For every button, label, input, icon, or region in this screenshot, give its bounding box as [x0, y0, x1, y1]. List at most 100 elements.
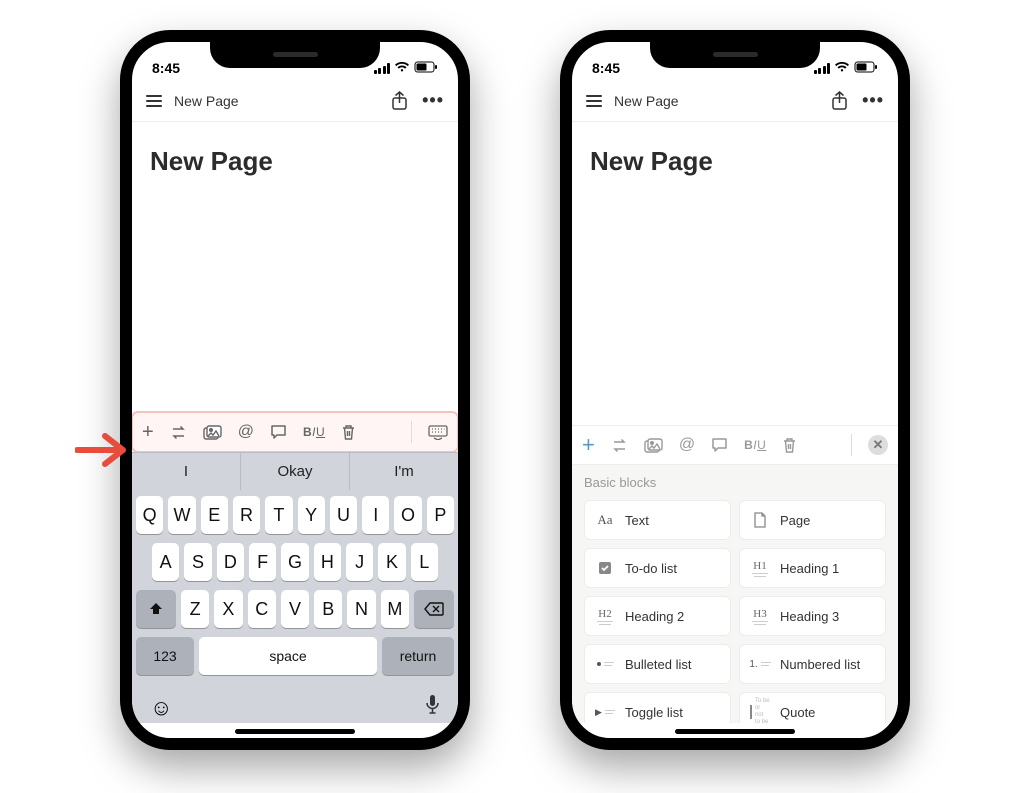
phone-notch	[210, 40, 380, 68]
H1-icon: H1	[750, 558, 770, 578]
phone-mockup-right: 8:45 New Page •••	[560, 30, 910, 750]
block-option-heading-2[interactable]: H2 Heading 2	[584, 596, 731, 636]
format-toolbar: + @ BIU ✕	[572, 425, 898, 465]
bullet-icon	[595, 654, 615, 674]
turn-into-icon[interactable]	[611, 438, 628, 453]
key-m[interactable]: M	[381, 590, 409, 628]
key-n[interactable]: N	[347, 590, 375, 628]
key-i[interactable]: I	[362, 496, 389, 534]
key-w[interactable]: W	[168, 496, 195, 534]
key-h[interactable]: H	[314, 543, 341, 581]
block-option-heading-1[interactable]: H1 Heading 1	[739, 548, 886, 588]
editor-content[interactable]	[572, 177, 898, 425]
key-v[interactable]: V	[281, 590, 309, 628]
page-icon	[750, 510, 770, 530]
text-format-button[interactable]: BIU	[303, 425, 325, 439]
H2-icon: H2	[595, 606, 615, 626]
keyboard-bottom-row: ☺	[132, 688, 458, 723]
key-b[interactable]: B	[314, 590, 342, 628]
key-e[interactable]: E	[201, 496, 228, 534]
block-option-bulleted-list[interactable]: Bulleted list	[584, 644, 731, 684]
home-indicator	[675, 729, 795, 734]
key-o[interactable]: O	[394, 496, 421, 534]
key-k[interactable]: K	[378, 543, 405, 581]
menu-icon[interactable]	[146, 95, 162, 107]
backspace-key[interactable]	[414, 590, 454, 628]
block-option-numbered-list[interactable]: 1.Numbered list	[739, 644, 886, 684]
more-icon[interactable]: •••	[422, 90, 444, 111]
more-icon[interactable]: •••	[862, 90, 884, 111]
key-t[interactable]: T	[265, 496, 292, 534]
breadcrumb[interactable]: New Page	[614, 93, 679, 109]
wifi-icon	[834, 60, 850, 76]
key-z[interactable]: Z	[181, 590, 209, 628]
comment-icon[interactable]	[711, 437, 728, 453]
block-option-page[interactable]: Page	[739, 500, 886, 540]
suggestion-2[interactable]: Okay	[241, 453, 350, 490]
space-key[interactable]: space	[199, 637, 377, 675]
block-option-toggle-list[interactable]: ▶Toggle list	[584, 692, 731, 723]
menu-icon[interactable]	[586, 95, 602, 107]
key-g[interactable]: G	[281, 543, 308, 581]
key-q[interactable]: Q	[136, 496, 163, 534]
phone-notch	[650, 40, 820, 68]
block-option-to-do-list[interactable]: To-do list	[584, 548, 731, 588]
block-option-label: Numbered list	[780, 657, 860, 672]
add-block-button[interactable]: +	[582, 432, 595, 458]
page-title[interactable]: New Page	[132, 122, 458, 177]
close-panel-button[interactable]: ✕	[868, 435, 888, 455]
key-a[interactable]: A	[152, 543, 179, 581]
onscreen-keyboard: QWERTYUIOP ASDFGHJKL ZXCVBNM 123 space r…	[132, 490, 458, 688]
page-title[interactable]: New Page	[572, 122, 898, 177]
key-u[interactable]: U	[330, 496, 357, 534]
mention-icon[interactable]: @	[238, 423, 254, 441]
comment-icon[interactable]	[270, 424, 287, 440]
emoji-key[interactable]: ☺	[150, 695, 172, 721]
block-option-label: Bulleted list	[625, 657, 691, 672]
add-block-button[interactable]: +	[142, 421, 154, 444]
block-option-label: Text	[625, 513, 649, 528]
key-l[interactable]: L	[411, 543, 438, 581]
dismiss-keyboard-icon[interactable]	[428, 425, 448, 440]
quote-icon: To beor notto be	[750, 702, 770, 722]
dictation-key[interactable]	[425, 694, 440, 721]
breadcrumb[interactable]: New Page	[174, 93, 239, 109]
numeric-key[interactable]: 123	[136, 637, 194, 675]
mention-icon[interactable]: @	[679, 436, 695, 454]
block-option-label: Heading 1	[780, 561, 839, 576]
block-option-label: Page	[780, 513, 810, 528]
blocks-insert-panel: Basic blocks AaTextPageTo-do listH1Headi…	[572, 465, 898, 723]
block-option-heading-3[interactable]: H3Heading 3	[739, 596, 886, 636]
image-icon[interactable]	[644, 438, 663, 453]
share-icon[interactable]	[391, 91, 408, 111]
turn-into-icon[interactable]	[170, 425, 187, 440]
key-r[interactable]: R	[233, 496, 260, 534]
key-d[interactable]: D	[217, 543, 244, 581]
editor-content[interactable]	[132, 177, 458, 412]
key-s[interactable]: S	[184, 543, 211, 581]
block-option-label: Toggle list	[625, 705, 683, 720]
block-option-label: Heading 2	[625, 609, 684, 624]
block-option-text[interactable]: Aa Text	[584, 500, 731, 540]
image-icon[interactable]	[203, 425, 222, 440]
Aa-icon: Aa	[595, 510, 615, 530]
share-icon[interactable]	[831, 91, 848, 111]
trash-icon[interactable]	[341, 424, 356, 441]
trash-icon[interactable]	[782, 437, 797, 454]
key-p[interactable]: P	[427, 496, 454, 534]
key-f[interactable]: F	[249, 543, 276, 581]
return-key[interactable]: return	[382, 637, 454, 675]
battery-icon	[414, 60, 438, 76]
block-option-quote[interactable]: To beor notto beQuote	[739, 692, 886, 723]
key-x[interactable]: X	[214, 590, 242, 628]
suggestion-3[interactable]: I'm	[350, 453, 458, 490]
key-y[interactable]: Y	[298, 496, 325, 534]
status-time: 8:45	[592, 60, 620, 76]
toolbar-divider	[411, 421, 412, 443]
key-c[interactable]: C	[248, 590, 276, 628]
todo-icon	[595, 558, 615, 578]
key-j[interactable]: J	[346, 543, 373, 581]
text-format-button[interactable]: BIU	[744, 438, 766, 452]
suggestion-1[interactable]: I	[132, 453, 241, 490]
shift-key[interactable]	[136, 590, 176, 628]
